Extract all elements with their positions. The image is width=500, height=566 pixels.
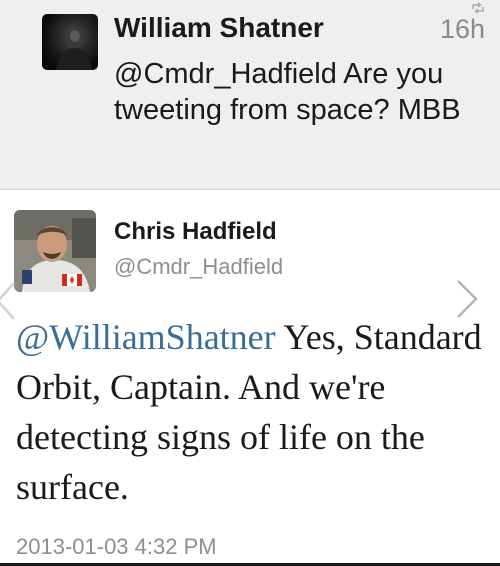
reply-time-ago: 16h [439, 14, 485, 44]
chris-hadfield-avatar[interactable] [14, 210, 96, 292]
reply-tweet-text: @Cmdr_Hadfield Are you tweeting from spa… [114, 58, 461, 126]
william-shatner-avatar[interactable] [42, 14, 98, 70]
tweet-text: @WilliamShatner Yes, Standard Orbit, Cap… [16, 312, 492, 512]
mention-link[interactable]: @WilliamShatner [16, 317, 276, 357]
tweet-author-handle[interactable]: @Cmdr_Hadfield [114, 254, 283, 280]
reply-tweet[interactable]: William Shatner 16h @Cmdr_Hadfield Are y… [0, 0, 500, 190]
reply-author-name[interactable]: William Shatner [114, 12, 324, 44]
retweet-icon [472, 2, 484, 14]
tweet-timestamp: 2013-01-03 4:32 PM [16, 534, 217, 559]
tweet-author-name[interactable]: Chris Hadfield [114, 218, 277, 246]
chevron-left-icon[interactable] [0, 279, 16, 323]
